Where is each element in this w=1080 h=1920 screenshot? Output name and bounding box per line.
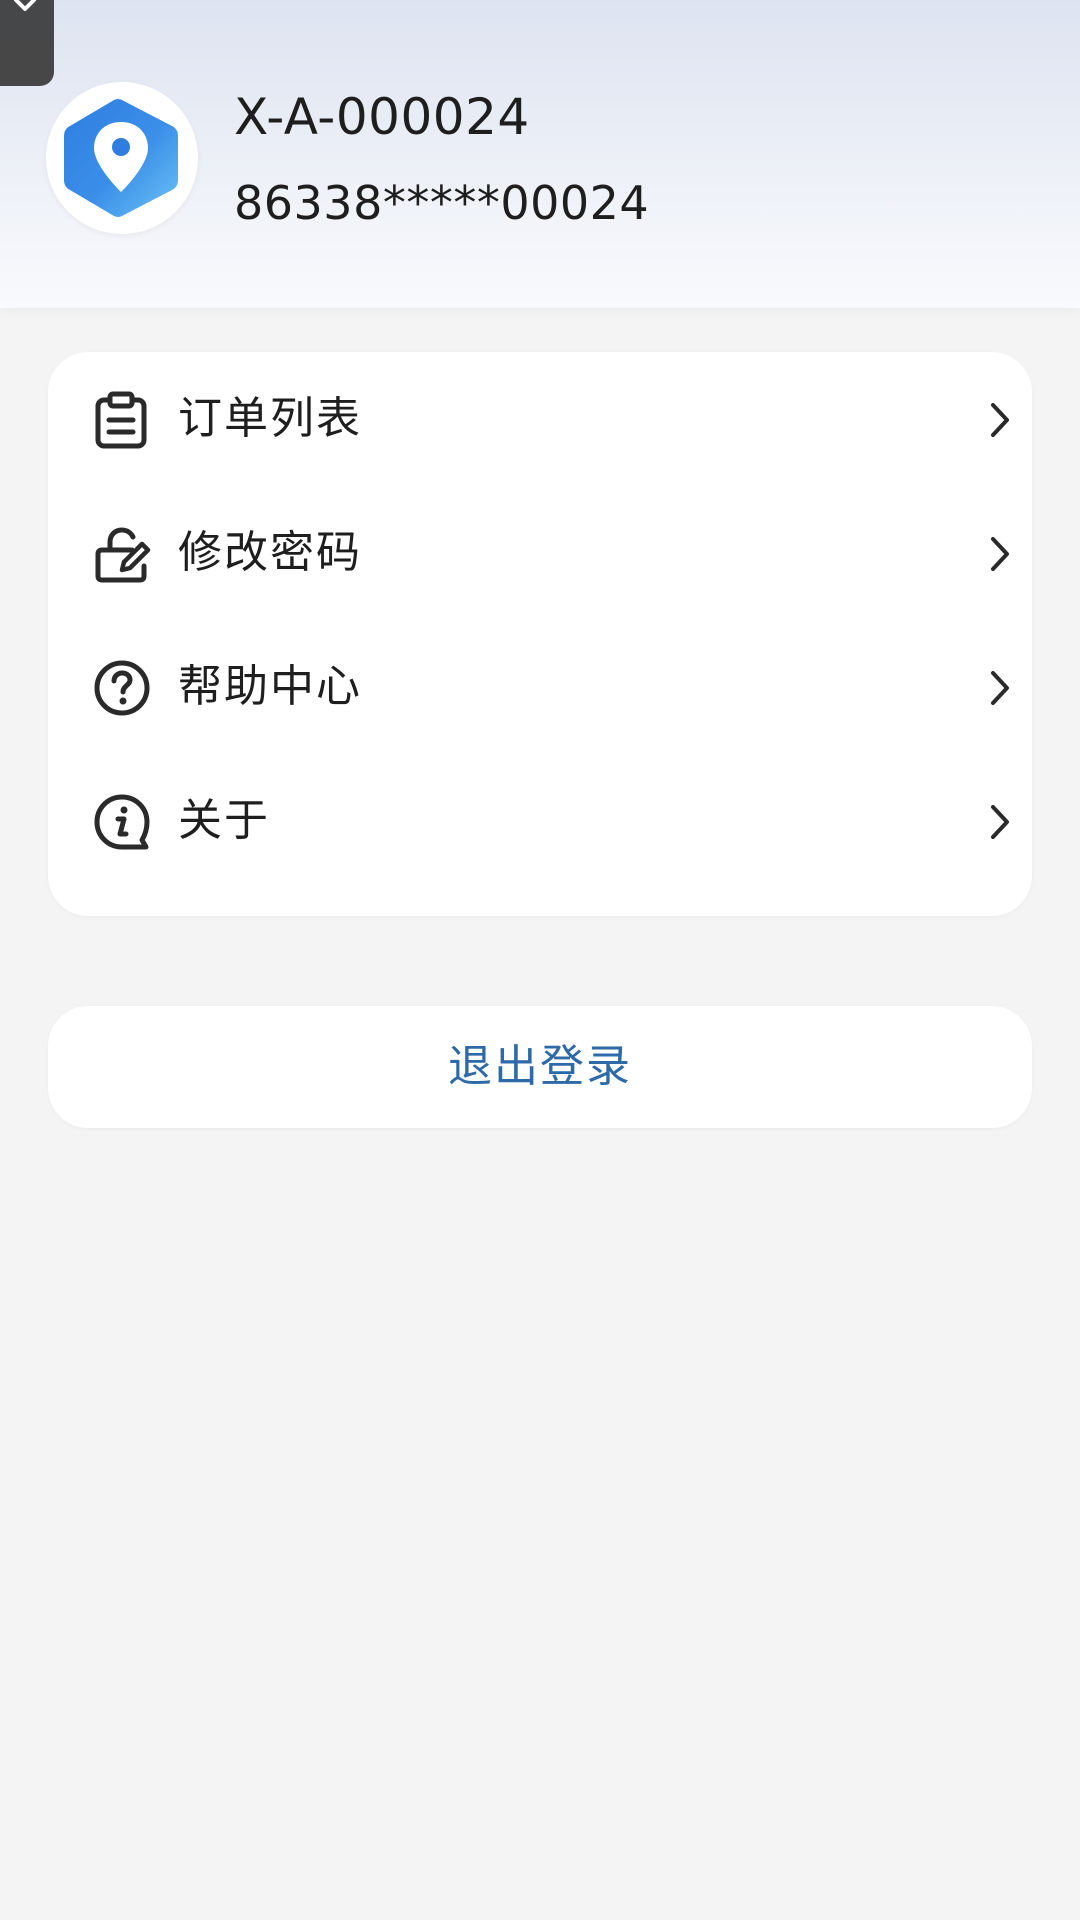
profile-header: X-A-000024 86338*****00024 (0, 0, 1080, 308)
menu-item-about[interactable]: 关于 (48, 754, 1032, 888)
lock-edit-icon (95, 527, 151, 583)
info-bubble-icon (94, 794, 150, 850)
menu-card: 订单列表 修改密码 帮助中心 关于 (48, 352, 1032, 916)
help-circle-icon (94, 660, 150, 716)
chevron-right-icon (991, 805, 1009, 839)
user-phone: 86338*****00024 (234, 176, 650, 230)
chevron-right-icon (991, 671, 1009, 705)
floating-back-tab[interactable] (0, 0, 54, 86)
menu-item-label: 帮助中心 (178, 661, 362, 712)
chevron-right-icon (991, 403, 1009, 437)
menu-item-label: 关于 (178, 795, 270, 846)
avatar[interactable] (46, 82, 198, 234)
chevron-down-icon (14, 0, 36, 11)
location-pin-hexagon-icon (64, 99, 178, 217)
menu-item-change-password[interactable]: 修改密码 (48, 486, 1032, 620)
clipboard-list-icon (95, 391, 147, 449)
user-name: X-A-000024 (234, 88, 530, 146)
chevron-right-icon (991, 537, 1009, 571)
menu-item-order-list[interactable]: 订单列表 (48, 352, 1032, 486)
menu-item-help-center[interactable]: 帮助中心 (48, 620, 1032, 754)
logout-button[interactable]: 退出登录 (48, 1006, 1032, 1128)
menu-item-label: 订单列表 (178, 393, 362, 444)
menu-item-label: 修改密码 (178, 527, 362, 578)
profile-page: X-A-000024 86338*****00024 订单列表 修改密码 帮助中… (0, 0, 1080, 1920)
